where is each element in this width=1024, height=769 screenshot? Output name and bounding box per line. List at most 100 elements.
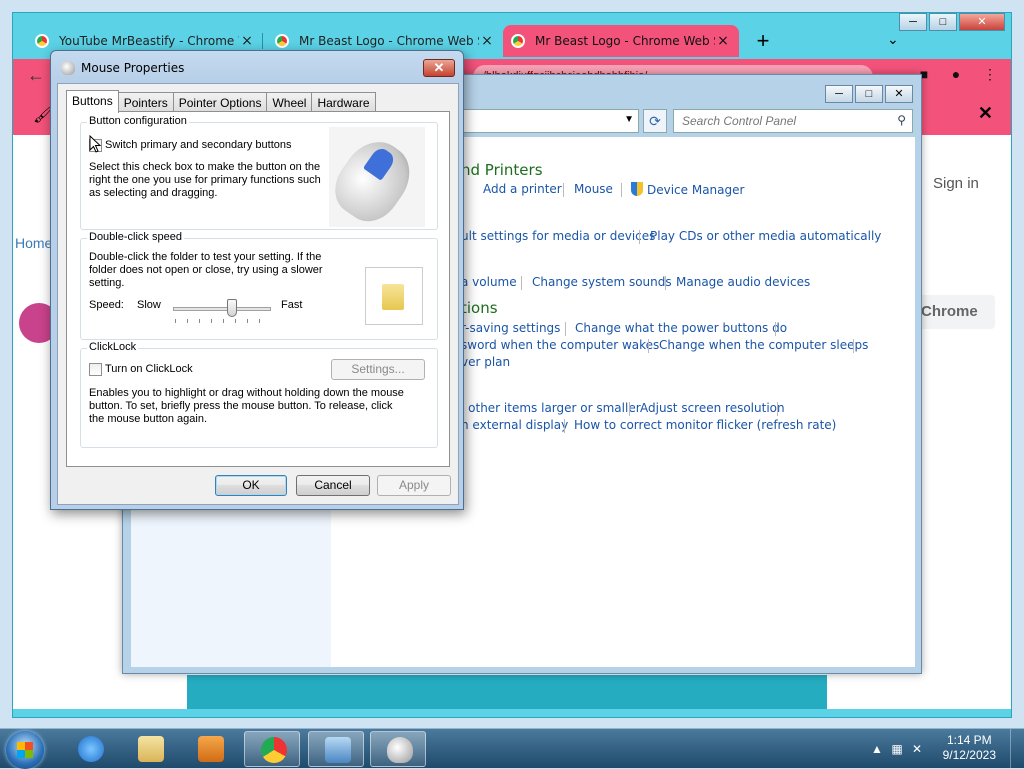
minimize-button[interactable]: ─ [825, 85, 853, 103]
clicklock-checkbox[interactable] [89, 363, 102, 376]
device-manager-link[interactable]: Device Manager [631, 182, 744, 197]
slow-label: Slow [137, 299, 161, 311]
infobar-close-icon[interactable]: ✕ [978, 103, 993, 124]
arrow-cursor-icon [89, 135, 101, 153]
show-desktop-button[interactable] [1010, 729, 1024, 769]
maximize-button[interactable]: □ [929, 13, 957, 31]
link-separator [521, 276, 522, 290]
default-settings-link[interactable]: ult settings for media or devices [461, 229, 655, 243]
media-player-icon [198, 736, 224, 762]
folder-icon[interactable] [382, 284, 404, 310]
add-printer-link[interactable]: Add a printer [483, 182, 562, 196]
tab-title: Mr Beast Logo - Chrome Web St [535, 34, 715, 48]
link-separator [775, 322, 776, 336]
chrome-tab-3-active[interactable]: Mr Beast Logo - Chrome Web St × [503, 25, 739, 57]
items-larger-link[interactable]: l other items larger or smaller [461, 401, 641, 415]
taskbar-mouse-properties[interactable] [370, 731, 426, 767]
windows-taskbar: ▲ ▦ ✕ 1:14 PM 9/12/2023 [0, 728, 1024, 769]
volume-muted-icon[interactable]: ✕ [910, 742, 924, 756]
tab-pointer-options[interactable]: Pointer Options [172, 92, 268, 112]
tab-hardware[interactable]: Hardware [311, 92, 376, 112]
maximize-button[interactable]: □ [855, 85, 883, 103]
refresh-icon[interactable]: ⟳ [643, 109, 667, 133]
network-icon[interactable]: ▦ [890, 742, 904, 756]
taskbar-explorer[interactable] [122, 731, 178, 767]
cp-window-controls: ─ □ ✕ [825, 85, 913, 103]
sign-in-link[interactable]: Sign in [933, 175, 979, 192]
minimize-button[interactable]: ─ [899, 13, 927, 31]
cancel-button[interactable]: Cancel [296, 475, 370, 496]
button-configuration-group: Button configuration Switch primary and … [80, 115, 438, 233]
tab-pointers[interactable]: Pointers [117, 92, 174, 112]
change-sounds-link[interactable]: Change system sounds [532, 275, 672, 289]
chrome-menu-icon[interactable]: ⋮ [979, 66, 1001, 88]
taskbar-chrome[interactable] [244, 731, 300, 767]
close-button[interactable]: ✕ [885, 85, 913, 103]
tab-close-icon[interactable]: × [479, 33, 495, 49]
chevron-down-icon[interactable]: ▼ [624, 114, 634, 125]
tab-search-dropdown-icon[interactable]: ⌄ [887, 31, 899, 48]
password-wake-link[interactable]: sword when the computer wakes [461, 338, 659, 352]
show-hidden-icons-icon[interactable]: ▲ [870, 742, 884, 756]
home-link[interactable]: Home [15, 235, 52, 251]
tab-close-icon[interactable]: × [239, 33, 255, 49]
link-separator [648, 339, 649, 353]
slider-ticks [175, 319, 271, 323]
chrome-favicon-icon [511, 34, 525, 48]
external-display-link[interactable]: n external display [461, 418, 568, 432]
switch-buttons-label[interactable]: Switch primary and secondary buttons [105, 139, 291, 152]
profile-avatar-icon[interactable]: ● [945, 66, 967, 88]
volume-link[interactable]: a volume [461, 275, 517, 289]
search-icon[interactable]: ⚲ [897, 113, 906, 127]
taskbar-control-panel[interactable] [308, 731, 364, 767]
apply-button[interactable]: Apply [377, 475, 451, 496]
start-button[interactable] [6, 731, 44, 769]
taskbar-internet-explorer[interactable] [62, 731, 118, 767]
manage-audio-link[interactable]: Manage audio devices [676, 275, 810, 289]
mouse-link[interactable]: Mouse [574, 182, 613, 196]
power-plan-link[interactable]: ver plan [461, 355, 510, 369]
ok-button[interactable]: OK [215, 475, 287, 496]
double-click-speed-slider[interactable] [173, 307, 271, 311]
buttons-tab-panel: Button configuration Switch primary and … [66, 111, 450, 467]
power-buttons-link[interactable]: Change what the power buttons do [575, 321, 787, 335]
devices-printers-heading[interactable]: nd Printers [461, 161, 543, 179]
new-tab-button[interactable]: + [753, 30, 773, 52]
mouse-icon [387, 737, 413, 763]
internet-explorer-icon [78, 736, 104, 762]
clock-time: 1:14 PM [946, 733, 992, 747]
power-options-heading[interactable]: tions [461, 299, 498, 317]
taskbar-clock[interactable]: 1:14 PM 9/12/2023 [943, 733, 996, 763]
group-legend: Button configuration [87, 115, 189, 127]
folder-icon [138, 736, 164, 762]
taskbar-media-player[interactable] [182, 731, 238, 767]
tab-close-icon[interactable]: × [715, 33, 731, 49]
chrome-icon [261, 737, 287, 763]
link-separator [665, 276, 666, 290]
double-click-speed-group: Double-click speed Double-click the fold… [80, 231, 438, 340]
dialog-close-button[interactable]: ✕ [423, 59, 455, 77]
clicklock-label[interactable]: Turn on ClickLock [105, 363, 193, 376]
play-cds-link[interactable]: Play CDs or other media automatically [650, 229, 881, 243]
tab-wheel[interactable]: Wheel [266, 92, 313, 112]
speed-label: Speed: [89, 299, 124, 311]
test-folder-area[interactable] [365, 267, 423, 325]
search-placeholder: Search Control Panel [682, 114, 797, 128]
cp-search-input[interactable]: Search Control Panel ⚲ [673, 109, 913, 133]
sleep-link[interactable]: Change when the computer sleeps [659, 338, 868, 352]
back-arrow-icon[interactable]: ← [27, 65, 45, 86]
power-saving-link[interactable]: r-saving settings [461, 321, 560, 335]
resolution-link[interactable]: Adjust screen resolution [640, 401, 785, 415]
double-click-description: Double-click the folder to test your set… [89, 251, 323, 289]
group-legend: ClickLock [87, 341, 139, 353]
link-separator [629, 402, 630, 416]
chrome-favicon-icon [275, 34, 289, 48]
flicker-link[interactable]: How to correct monitor flicker (refresh … [574, 418, 836, 432]
clicklock-settings-button[interactable]: Settings... [331, 359, 425, 380]
slider-thumb[interactable] [226, 299, 237, 317]
link-separator [853, 339, 854, 353]
close-button[interactable]: ✕ [959, 13, 1005, 31]
tab-buttons[interactable]: Buttons [66, 90, 119, 113]
link-separator [639, 230, 640, 244]
device-manager-label: Device Manager [647, 183, 745, 197]
